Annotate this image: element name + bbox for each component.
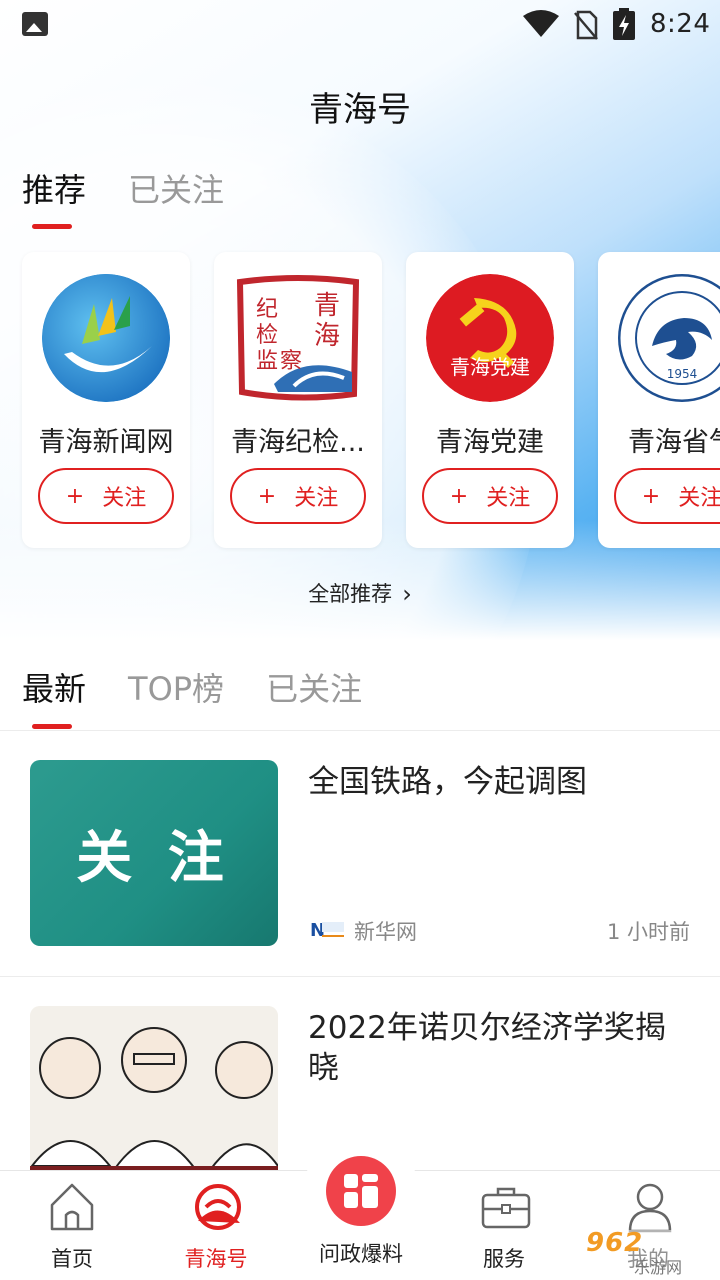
party-building-logo: 青海党建: [426, 274, 554, 402]
image-icon: [22, 12, 48, 36]
follow-button[interactable]: + 关注: [230, 468, 366, 524]
battery-charging-icon: [613, 8, 635, 40]
tab-recommend[interactable]: 推荐: [22, 165, 86, 211]
nav-label: 首页: [51, 1247, 93, 1271]
page-title: 青海号: [309, 90, 411, 130]
qh-meteorological-logo: 1954: [618, 274, 720, 402]
divider: [0, 976, 720, 977]
tab-followed[interactable]: 已关注: [128, 165, 224, 211]
account-name: 青海新闻网: [38, 427, 174, 458]
briefcase-icon: [481, 1187, 531, 1229]
status-bar: 8:24: [0, 0, 720, 50]
user-icon: [628, 1183, 672, 1233]
report-button[interactable]: 问政爆料: [296, 1142, 426, 1272]
news-headline: 全国铁路，今起调图: [308, 764, 587, 800]
nav-label: 服务: [483, 1247, 525, 1271]
follow-button[interactable]: + 关注: [422, 468, 558, 524]
news-tabs: 最新 TOP榜 已关注: [22, 664, 362, 710]
follow-label: 关注: [294, 486, 339, 511]
svg-text:监: 监: [256, 349, 278, 374]
all-recommend-label: 全部推荐: [308, 582, 393, 606]
svg-text:检: 检: [256, 323, 278, 348]
svg-text:察: 察: [280, 349, 302, 374]
qinghai-hao-icon: [195, 1184, 241, 1230]
xinhua-net-icon: N: [310, 920, 344, 941]
chevron-right-icon: ›: [402, 580, 412, 608]
account-card[interactable]: 纪 检 监 察 青 海 青海纪检... + 关注: [214, 252, 382, 548]
wifi-icon: [523, 10, 559, 37]
plus-icon: +: [257, 483, 277, 509]
qhnews-logo: [42, 274, 170, 402]
top-tabs: 推荐 已关注: [22, 165, 224, 211]
nav-report[interactable]: 服务: [432, 1171, 576, 1280]
news-source: 新华网: [354, 920, 417, 944]
watermark: 962 乐游网: [582, 1228, 716, 1277]
account-name: 青海省气: [628, 427, 720, 458]
thumb-text: 关 注: [76, 825, 232, 891]
tab-news-followed[interactable]: 已关注: [266, 664, 362, 710]
nav-label: 问政爆料: [319, 1242, 403, 1266]
account-card[interactable]: 1954 青海省气 + 关注: [598, 252, 720, 548]
home-icon: [50, 1183, 94, 1231]
tab-underline: [32, 724, 72, 729]
news-item[interactable]: 关 注 全国铁路，今起调图 N 新华网 1 小时前: [0, 760, 720, 950]
svg-text:青: 青: [314, 291, 340, 321]
account-cards: 青海新闻网 + 关注 纪 检 监 察 青 海 青海纪检... + 关注 青海党建…: [22, 252, 720, 548]
qh-jijian-logo: 纪 检 监 察 青 海: [234, 274, 362, 402]
svg-text:纪: 纪: [256, 297, 278, 322]
account-card[interactable]: 青海党建 青海党建 + 关注: [406, 252, 574, 548]
follow-button[interactable]: + 关注: [38, 468, 174, 524]
no-sim-icon: [574, 10, 598, 40]
follow-button[interactable]: + 关注: [614, 468, 720, 524]
account-name: 青海党建: [436, 427, 544, 458]
news-thumbnail: [30, 1006, 278, 1192]
plus-icon: +: [449, 483, 469, 509]
svg-text:海: 海: [314, 321, 340, 351]
tab-underline: [32, 224, 72, 229]
all-recommend-link[interactable]: 全部推荐 ›: [0, 578, 720, 608]
divider: [0, 730, 720, 731]
qinghai-hao-page: 8:24 青海号 推荐 已关注 青海新闻网 + 关注 纪 检 监 察 青 海 青…: [0, 0, 720, 1280]
account-card[interactable]: 青海新闻网 + 关注: [22, 252, 190, 548]
plus-icon: +: [641, 483, 661, 509]
follow-label: 关注: [486, 486, 531, 511]
account-name: 青海纪检...: [231, 427, 365, 458]
plus-icon: +: [65, 483, 85, 509]
news-thumbnail: 关 注: [30, 760, 278, 946]
follow-label: 关注: [678, 486, 720, 511]
nav-label: 青海号: [184, 1247, 248, 1271]
report-icon: [326, 1156, 396, 1226]
status-time: 8:24: [650, 9, 711, 39]
news-headline: 2022年诺贝尔经济学奖揭晓: [308, 1010, 666, 1086]
nav-home[interactable]: 首页: [0, 1171, 144, 1280]
tab-top-list[interactable]: TOP榜: [128, 664, 224, 710]
follow-label: 关注: [102, 486, 147, 511]
svg-text:1954: 1954: [667, 367, 698, 381]
news-time: 1 小时前: [606, 920, 690, 944]
nav-qinghai-hao[interactable]: 青海号: [144, 1171, 288, 1280]
tab-latest[interactable]: 最新: [22, 664, 86, 710]
watermark-text: 乐游网: [634, 1258, 683, 1277]
svg-text:青海党建: 青海党建: [450, 355, 530, 379]
